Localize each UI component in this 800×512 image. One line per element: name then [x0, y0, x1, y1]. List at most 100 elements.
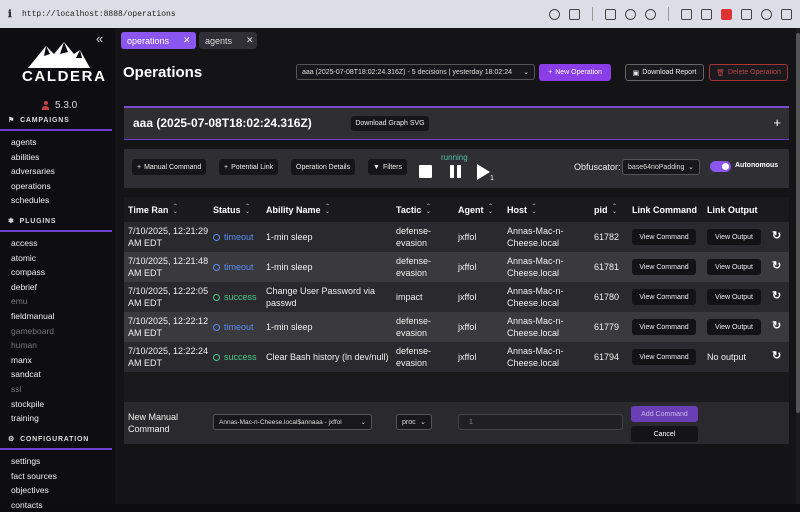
sidebar-item-settings[interactable]: settings [0, 454, 112, 469]
sidebar-item-schedules[interactable]: schedules [0, 193, 112, 208]
close-icon[interactable]: ✕ [246, 35, 254, 46]
close-icon[interactable]: ✕ [183, 35, 191, 46]
sidebar-item-stockpile[interactable]: stockpile [0, 397, 112, 412]
col-time-ran[interactable]: Time Ran ⌃ ⌄ [128, 197, 178, 222]
agent-cell[interactable]: jxffol [458, 261, 476, 273]
filters-label: Filters [382, 163, 402, 171]
agent-select-value: Annas-Mac-n-Cheese.local$annaaa - jxffol [219, 418, 342, 426]
table-row: 7/10/2025, 12:22:12 AM EDT timeout 1-min sl… [124, 312, 789, 342]
agent-cell[interactable]: jxffol [458, 351, 476, 363]
delete-operation-button[interactable]: 🗑 Delete Operation [709, 64, 788, 81]
code-icon[interactable] [681, 8, 692, 20]
sidebar-item-operations[interactable]: operations [0, 179, 112, 194]
refresh-icon[interactable]: ↻ [772, 349, 781, 362]
play-icon[interactable] [477, 164, 490, 180]
sidebar-item-human[interactable]: human [0, 338, 112, 353]
view-output-button[interactable]: View Output [707, 259, 761, 275]
view-command-button[interactable]: View Command [632, 289, 696, 305]
tactic-cell: defense-evasion [396, 315, 431, 339]
refresh-icon[interactable]: ↻ [772, 229, 781, 242]
scrollbar-thumb[interactable] [796, 33, 800, 413]
manual-command-button[interactable]: + Manual Command [132, 159, 207, 175]
agent-cell[interactable]: jxffol [458, 321, 476, 333]
tab-agents[interactable]: agents ✕ [199, 32, 257, 49]
campaigns-header: ⚑ CAMPAIGNS [0, 114, 112, 126]
potential-link-button[interactable]: + Potential Link [219, 159, 279, 175]
time-ran-line2: AM EDT [128, 298, 163, 308]
col-ability-name[interactable]: Ability Name ⌃ ⌄ [266, 197, 331, 222]
obfuscator-select[interactable]: base64noPadding ⌄ [622, 159, 700, 175]
time-ran-cell: 7/10/2025, 12:21:29 AM EDT [128, 225, 208, 249]
sidebar-item-debrief[interactable]: debrief [0, 280, 112, 295]
sidebar-item-sandcat[interactable]: sandcat [0, 367, 112, 382]
new-operation-label: New Operation [555, 69, 602, 76]
chevron-down-icon: ⌄ [523, 69, 529, 76]
col-pid[interactable]: pid ⌃ ⌄ [594, 197, 618, 222]
view-output-button[interactable]: View Output [707, 229, 761, 245]
crosshair-icon[interactable] [645, 8, 656, 20]
view-command-button[interactable]: View Command [632, 229, 696, 245]
col-host[interactable]: Host ⌃ ⌄ [507, 197, 537, 222]
pin-icon[interactable] [721, 8, 732, 20]
sidebar-toggle-icon[interactable] [781, 8, 792, 20]
pause-icon[interactable] [450, 165, 462, 178]
camera-icon[interactable] [569, 8, 580, 20]
download-graph-button[interactable]: Download Graph SVG [351, 116, 429, 131]
sidebar-item-contacts[interactable]: contacts [0, 498, 112, 512]
refresh-icon[interactable]: ↻ [772, 319, 781, 332]
refresh-icon[interactable]: ↻ [772, 289, 781, 302]
profile-icon[interactable] [741, 8, 752, 20]
sidebar-item-atomic[interactable]: atomic [0, 251, 112, 266]
view-command-button[interactable]: View Command [632, 319, 696, 335]
tactic-line1: defense- [396, 226, 432, 236]
view-command-button[interactable]: View Command [632, 259, 696, 275]
agent-select[interactable]: Annas-Mac-n-Cheese.local$annaaa - jxffol… [213, 414, 372, 430]
sidebar-item-objectives[interactable]: objectives [0, 483, 112, 498]
add-command-button[interactable]: Add Command [631, 406, 698, 422]
expand-plus-icon[interactable]: + [773, 115, 781, 130]
col-status[interactable]: Status ⌃ ⌄ [213, 197, 251, 222]
link-icon[interactable] [549, 8, 560, 20]
scrollbar[interactable] [796, 28, 800, 504]
agent-cell[interactable]: jxffol [458, 291, 476, 303]
address-bar[interactable]: http://localhost:8888/operations [22, 10, 549, 19]
operation-select[interactable]: aaa (2025-07-08T18:02:24.316Z) - 5 decis… [296, 64, 535, 80]
sidebar-item-agents[interactable]: agents [0, 135, 112, 150]
sidebar-item-emu[interactable]: emu [0, 294, 112, 309]
info-icon[interactable]: ℹ [8, 9, 22, 20]
extension-icon[interactable] [701, 8, 712, 20]
executor-select[interactable]: proc ⌄ [396, 414, 432, 430]
new-operation-button[interactable]: + New Operation [539, 64, 611, 81]
sidebar-item-abilities[interactable]: abilities [0, 150, 112, 165]
picture-icon[interactable] [605, 8, 616, 20]
view-command-button[interactable]: View Command [632, 349, 696, 365]
cancel-button[interactable]: Cancel [631, 426, 698, 442]
globe-icon[interactable] [625, 8, 636, 20]
sidebar-item-manx[interactable]: manx [0, 353, 112, 368]
chevron-down-icon: ⌄ [420, 419, 426, 426]
view-output-button[interactable]: View Output [707, 319, 761, 335]
view-output-button[interactable]: View Output [707, 289, 761, 305]
sidebar-item-ssl[interactable]: ssl [0, 382, 112, 397]
refresh-icon[interactable]: ↻ [772, 259, 781, 272]
stop-icon[interactable] [419, 165, 432, 178]
sidebar-item-training[interactable]: training [0, 411, 112, 426]
download-report-button[interactable]: ▣ Download Report [625, 64, 704, 81]
filters-button[interactable]: ▼ Filters [368, 159, 407, 175]
sidebar-item-compass[interactable]: compass [0, 265, 112, 280]
col-agent[interactable]: Agent ⌃ ⌄ [458, 197, 494, 222]
sidebar-item-gameboard[interactable]: gameboard [0, 324, 112, 339]
sidebar-item-access[interactable]: access [0, 236, 112, 251]
sort-icon: ⌃ ⌄ [245, 203, 251, 215]
agent-cell[interactable]: jxffol [458, 231, 476, 243]
col-tactic[interactable]: Tactic ⌃ ⌄ [396, 197, 431, 222]
moon-icon[interactable] [761, 8, 772, 20]
sidebar-item-fieldmanual[interactable]: fieldmanual [0, 309, 112, 324]
tab-operations[interactable]: operations ✕ [121, 32, 196, 49]
sidebar-item-fact-sources[interactable]: fact sources [0, 469, 112, 484]
command-input[interactable]: 1 [458, 414, 623, 430]
collapse-sidebar-icon[interactable]: « [96, 31, 103, 46]
operation-details-button[interactable]: Operation Details [291, 159, 356, 175]
sidebar-item-adversaries[interactable]: adversaries [0, 164, 112, 179]
autonomous-toggle[interactable] [710, 161, 731, 172]
